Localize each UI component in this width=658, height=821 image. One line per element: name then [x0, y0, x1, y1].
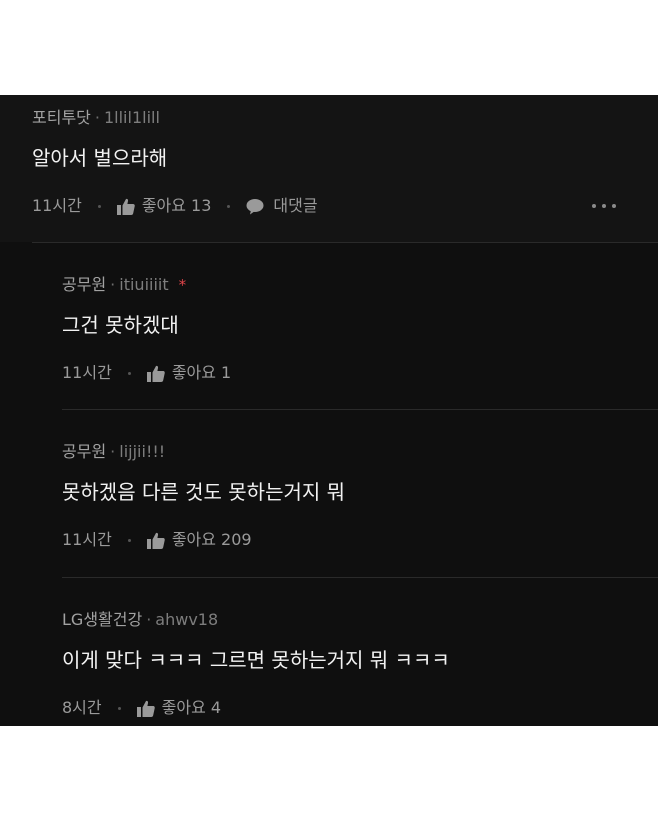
like-count-label: 좋아요 209	[171, 530, 252, 549]
like-count-label: 좋아요 1	[171, 363, 232, 382]
comment-item-1: 포티투닷 · 1llil1lill 알아서 벌으라해 11시간 좋아요 13 대댓글	[0, 95, 658, 242]
thumbs-up-icon	[136, 700, 155, 717]
reply-button[interactable]: 대댓글	[246, 195, 318, 217]
thumbs-up-icon	[146, 365, 165, 382]
more-dot-icon	[602, 204, 606, 208]
like-button[interactable]: 좋아요 209	[146, 529, 252, 551]
meta-separator: ·	[94, 108, 100, 127]
more-options-button[interactable]	[592, 203, 618, 211]
comment-meta: 포티투닷 · 1llil1lill	[32, 107, 160, 129]
comment-meta: 공무원 · itiuiiiit *	[62, 274, 186, 296]
comment-actions: 8시간 좋아요 4	[62, 697, 221, 719]
thumbs-up-icon	[116, 198, 135, 215]
reply-label: 대댓글	[273, 196, 318, 215]
like-count-label: 좋아요 4	[161, 698, 222, 717]
badge-star-icon: *	[178, 276, 187, 294]
like-button[interactable]: 좋아요 1	[146, 362, 232, 384]
thumbs-up-icon	[146, 532, 165, 549]
comment-actions: 11시간 좋아요 1	[62, 362, 231, 384]
comment-text: 못하겠음 다른 것도 못하는거지 뭐	[62, 480, 346, 504]
comment-time: 8시간	[62, 698, 102, 717]
comment-text: 알아서 벌으라해	[32, 146, 168, 170]
comment-time: 11시간	[62, 530, 112, 549]
comment-meta: 공무원 · lijjii!!!	[62, 441, 165, 463]
comment-actions: 11시간 좋아요 209	[62, 529, 252, 551]
more-dot-icon	[612, 204, 616, 208]
reply-item-3: LG생활건강 · ahwv18 이게 맞다 ㅋㅋㅋ 그르면 못하는거지 뭐 ㅋㅋㅋ …	[0, 578, 658, 726]
comment-actions: 11시간 좋아요 13 대댓글	[32, 195, 318, 217]
comment-text: 그건 못하겠대	[62, 313, 179, 337]
like-button[interactable]: 좋아요 4	[136, 697, 222, 719]
comment-meta: LG생활건강 · ahwv18	[62, 609, 218, 631]
like-count-label: 좋아요 13	[141, 196, 212, 215]
action-separator	[127, 538, 131, 542]
action-separator	[227, 204, 231, 208]
comment-handle: ahwv18	[155, 610, 219, 629]
comment-author[interactable]: 공무원	[62, 442, 106, 461]
reply-item-2: 공무원 · lijjii!!! 못하겠음 다른 것도 못하는거지 뭐 11시간 좋아…	[0, 410, 658, 577]
comment-text: 이게 맞다 ㅋㅋㅋ 그르면 못하는거지 뭐 ㅋㅋㅋ	[62, 648, 450, 672]
reply-item-1: 공무원 · itiuiiiit * 그건 못하겠대 11시간 좋아요 1	[0, 243, 658, 409]
comment-author[interactable]: 공무원	[62, 275, 106, 294]
meta-separator: ·	[146, 610, 152, 629]
like-button[interactable]: 좋아요 13	[116, 195, 212, 217]
action-separator	[117, 706, 121, 710]
action-separator	[127, 371, 131, 375]
comment-handle: lijjii!!!	[119, 442, 166, 461]
comment-author[interactable]: LG생활건강	[62, 610, 142, 629]
comment-handle: itiuiiiit	[119, 275, 169, 294]
meta-separator: ·	[110, 275, 116, 294]
meta-separator: ·	[110, 442, 116, 461]
comment-panel: 포티투닷 · 1llil1lill 알아서 벌으라해 11시간 좋아요 13 대댓글	[0, 95, 658, 726]
speech-bubble-icon	[246, 198, 264, 214]
comment-time: 11시간	[32, 196, 82, 215]
action-separator	[97, 204, 101, 208]
comment-handle: 1llil1lill	[103, 108, 160, 127]
comment-time: 11시간	[62, 363, 112, 382]
more-dot-icon	[592, 204, 596, 208]
comment-author[interactable]: 포티투닷	[32, 108, 91, 127]
